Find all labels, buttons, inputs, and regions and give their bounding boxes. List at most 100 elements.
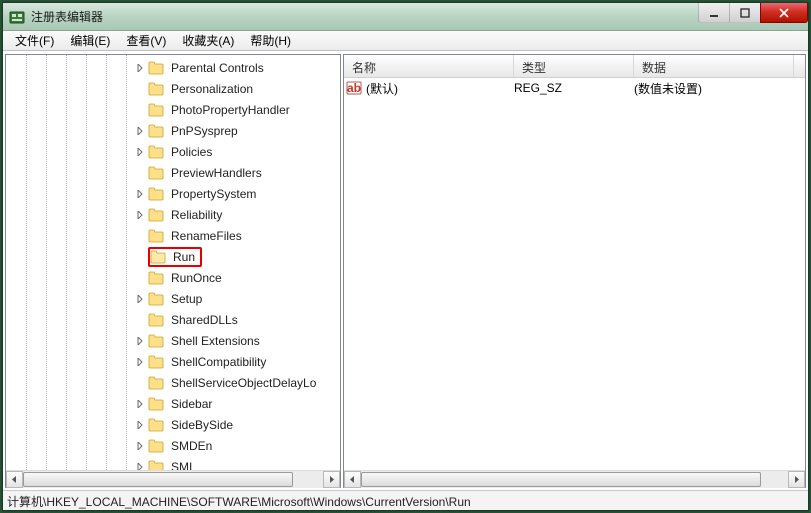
tree-item[interactable]: PropertySystem <box>6 183 319 204</box>
tree-item-label: Setup <box>168 291 205 307</box>
folder-icon <box>148 271 164 285</box>
tree-item[interactable]: Parental Controls <box>6 57 319 78</box>
window-buttons <box>699 3 808 23</box>
folder-icon <box>148 82 164 96</box>
column-name[interactable]: 名称 <box>344 55 514 77</box>
tree-pane: Parental Controls Personalization PhotoPro… <box>5 54 341 488</box>
value-row[interactable]: ab(默认)REG_SZ(数值未设置) <box>344 78 805 98</box>
tree-item[interactable]: ShellServiceObjectDelayLo <box>6 372 319 393</box>
folder-icon <box>148 439 164 453</box>
tree-item[interactable]: RunOnce <box>6 267 319 288</box>
close-button[interactable] <box>760 3 808 23</box>
tree-item-label: ShellCompatibility <box>168 354 269 370</box>
scroll-right-button[interactable] <box>788 471 805 488</box>
statusbar: 计算机\HKEY_LOCAL_MACHINE\SOFTWARE\Microsof… <box>3 490 808 510</box>
scroll-track[interactable] <box>23 471 323 488</box>
tree-expander[interactable] <box>134 62 146 74</box>
tree-item[interactable]: PnPSysprep <box>6 120 319 141</box>
values-list[interactable]: ab(默认)REG_SZ(数值未设置) <box>344 78 805 470</box>
tree: Parental Controls Personalization PhotoPro… <box>6 55 319 470</box>
scroll-thumb[interactable] <box>361 472 761 487</box>
tree-scroll[interactable]: Parental Controls Personalization PhotoPro… <box>6 55 340 470</box>
menu-favorites[interactable]: 收藏夹(A) <box>174 30 242 51</box>
folder-icon <box>148 166 164 180</box>
tree-expander[interactable] <box>134 209 146 221</box>
tree-expander-empty <box>134 314 146 326</box>
tree-item[interactable]: SMI <box>6 456 319 470</box>
tree-item[interactable]: RenameFiles <box>6 225 319 246</box>
value-data: (数值未设置) <box>634 80 794 97</box>
tree-item[interactable]: SharedDLLs <box>6 309 319 330</box>
folder-icon <box>148 145 164 159</box>
scroll-right-button[interactable] <box>323 471 340 488</box>
tree-item-label: RenameFiles <box>168 228 245 244</box>
values-pane: 名称 类型 数据 ab(默认)REG_SZ(数值未设置) <box>343 54 806 488</box>
tree-expander[interactable] <box>134 440 146 452</box>
menu-edit[interactable]: 编辑(E) <box>62 30 118 51</box>
tree-item[interactable]: Shell Extensions <box>6 330 319 351</box>
tree-item-label: Sidebar <box>168 396 215 412</box>
minimize-button[interactable] <box>698 3 730 23</box>
tree-item-label: PnPSysprep <box>168 123 241 139</box>
titlebar[interactable]: 注册表编辑器 <box>3 3 808 31</box>
tree-item[interactable]: SMDEn <box>6 435 319 456</box>
tree-expander[interactable] <box>134 335 146 347</box>
tree-item[interactable]: PreviewHandlers <box>6 162 319 183</box>
tree-expander[interactable] <box>134 461 146 471</box>
tree-expander[interactable] <box>134 125 146 137</box>
tree-expander-empty <box>134 251 146 263</box>
menu-help[interactable]: 帮助(H) <box>242 30 299 51</box>
tree-item-label: Run <box>170 249 198 265</box>
tree-expander[interactable] <box>134 146 146 158</box>
tree-item-label: PropertySystem <box>168 186 259 202</box>
folder-icon <box>148 418 164 432</box>
value-name: (默认) <box>366 80 514 97</box>
tree-item-label: PreviewHandlers <box>168 165 265 181</box>
tree-item[interactable]: Sidebar <box>6 393 319 414</box>
values-hscroll[interactable] <box>344 470 805 487</box>
tree-item-label: SMI <box>168 459 195 471</box>
tree-item-label: Personalization <box>168 81 256 97</box>
body-area: Parental Controls Personalization PhotoPro… <box>3 51 808 490</box>
menu-file[interactable]: 文件(F) <box>7 30 62 51</box>
tree-item[interactable]: Personalization <box>6 78 319 99</box>
tree-item[interactable]: SideBySide <box>6 414 319 435</box>
scroll-track[interactable] <box>361 471 788 488</box>
scroll-left-button[interactable] <box>6 471 23 488</box>
menubar: 文件(F) 编辑(E) 查看(V) 收藏夹(A) 帮助(H) <box>3 31 808 51</box>
tree-expander-empty <box>134 377 146 389</box>
tree-expander[interactable] <box>134 293 146 305</box>
column-type[interactable]: 类型 <box>514 55 634 77</box>
tree-item[interactable]: Reliability <box>6 204 319 225</box>
folder-icon <box>148 460 164 471</box>
tree-hscroll[interactable] <box>6 470 340 487</box>
scroll-thumb[interactable] <box>23 472 293 487</box>
tree-item[interactable]: ShellCompatibility <box>6 351 319 372</box>
tree-expander[interactable] <box>134 356 146 368</box>
column-data[interactable]: 数据 <box>634 55 794 77</box>
tree-item-label: PhotoPropertyHandler <box>168 102 293 118</box>
folder-icon <box>148 292 164 306</box>
maximize-button[interactable] <box>729 3 761 23</box>
folder-icon <box>148 208 164 222</box>
tree-item[interactable]: PhotoPropertyHandler <box>6 99 319 120</box>
folder-icon <box>148 313 164 327</box>
folder-icon <box>148 61 164 75</box>
tree-expander[interactable] <box>134 398 146 410</box>
tree-item-label: SideBySide <box>168 417 236 433</box>
app-icon <box>9 9 25 25</box>
tree-expander-empty <box>134 83 146 95</box>
registry-editor-window: 注册表编辑器 文件(F) 编辑(E) 查看(V) 收藏夹(A) 帮助(H) <box>2 2 809 511</box>
columns-header: 名称 类型 数据 <box>344 55 805 78</box>
tree-expander[interactable] <box>134 419 146 431</box>
folder-icon <box>148 229 164 243</box>
tree-expander[interactable] <box>134 188 146 200</box>
menu-view[interactable]: 查看(V) <box>118 30 174 51</box>
tree-item[interactable]: Setup <box>6 288 319 309</box>
tree-expander-empty <box>134 230 146 242</box>
scroll-left-button[interactable] <box>344 471 361 488</box>
tree-item[interactable]: Policies <box>6 141 319 162</box>
tree-item-label: SMDEn <box>168 438 215 454</box>
tree-item[interactable]: Run <box>6 246 319 267</box>
tree-item-label: ShellServiceObjectDelayLo <box>168 375 319 391</box>
